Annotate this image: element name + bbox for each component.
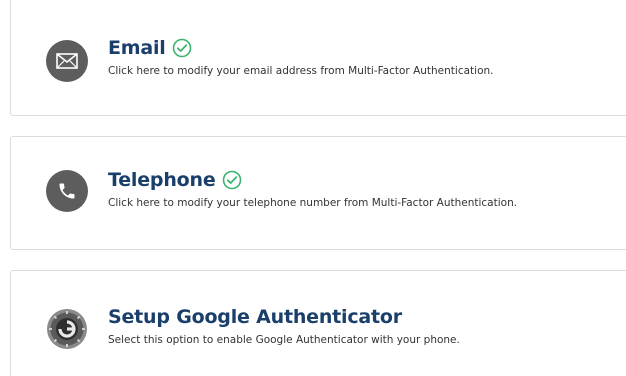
telephone-option-title: Telephone bbox=[108, 169, 216, 191]
telephone-option-description: Click here to modify your telephone numb… bbox=[108, 197, 518, 209]
check-circle-icon bbox=[222, 170, 241, 190]
google-authenticator-option-title: Setup Google Authenticator bbox=[108, 306, 402, 328]
google-authenticator-option-card[interactable]: Setup Google Authenticator Select this o… bbox=[10, 270, 626, 376]
google-authenticator-option-description: Select this option to enable Google Auth… bbox=[108, 334, 460, 346]
mfa-options-page: Email Click here to modify your email ad… bbox=[0, 0, 626, 376]
google-authenticator-icon bbox=[46, 308, 88, 350]
email-option-card[interactable]: Email Click here to modify your email ad… bbox=[10, 0, 626, 116]
email-option-title: Email bbox=[108, 37, 166, 59]
phone-icon bbox=[46, 170, 88, 212]
email-option-description: Click here to modify your email address … bbox=[108, 65, 494, 77]
check-circle-icon bbox=[172, 38, 191, 58]
telephone-option-card[interactable]: Telephone Click here to modify your tele… bbox=[10, 136, 626, 250]
envelope-icon bbox=[46, 40, 88, 82]
